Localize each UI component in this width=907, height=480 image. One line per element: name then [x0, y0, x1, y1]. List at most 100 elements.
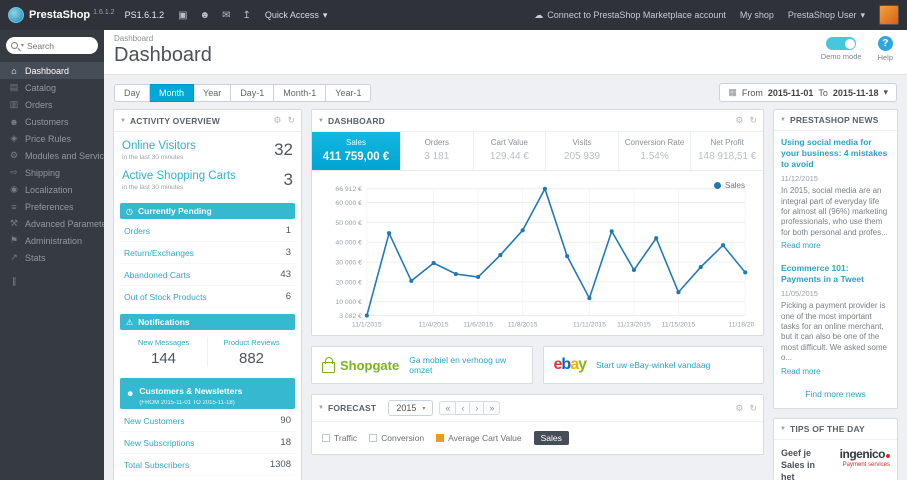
advanced-parameters-icon: ⚒ — [9, 218, 19, 228]
kpi-cart-value[interactable]: Cart Value 129,44 € — [474, 132, 547, 170]
caret-down-icon: ▾ — [883, 87, 888, 97]
kpi-conversion-rate[interactable]: Conversion Rate 1.54% — [619, 132, 692, 170]
chevron-down-icon[interactable]: ▼ — [780, 117, 786, 123]
online-visitors-label[interactable]: Online Visitors — [122, 140, 196, 152]
svg-text:11/8/2015: 11/8/2015 — [508, 321, 538, 328]
svg-text:66 912 €: 66 912 € — [335, 186, 362, 193]
breadcrumb[interactable]: Dashboard — [114, 34, 897, 43]
kpi-visits[interactable]: Visits 205 939 — [546, 132, 619, 170]
sidebar-item-stats[interactable]: ↗ Stats — [0, 249, 104, 266]
product-reviews-cell[interactable]: Product Reviews 882 — [207, 338, 295, 367]
svg-text:30 000 €: 30 000 € — [335, 260, 362, 267]
sidebar-item-customers[interactable]: ☻ Customers — [0, 113, 104, 130]
new-customers-row: New Customers 90 — [120, 410, 295, 432]
help-icon[interactable]: ? — [877, 36, 893, 51]
kpi-net-profit[interactable]: Net Profit 148 918,51 € — [691, 132, 763, 170]
filter-year-button[interactable]: Year — [194, 83, 232, 102]
prev-page-icon[interactable]: ‹ — [456, 401, 471, 416]
profile-icon[interactable]: ☻ — [200, 10, 211, 21]
sidebar-search[interactable]: ▾ — [6, 37, 98, 54]
article-title-link[interactable]: Using social media for your business: 4 … — [781, 137, 890, 170]
sidebar-item-localization[interactable]: ◉ Localization — [0, 181, 104, 198]
forecast-legend-conversion[interactable]: Conversion — [369, 433, 424, 443]
notifications-icon[interactable]: ✉ — [222, 10, 230, 21]
chevron-down-icon[interactable]: ▼ — [318, 118, 324, 124]
active-carts-label[interactable]: Active Shopping Carts — [122, 170, 236, 182]
chevron-down-icon[interactable]: ▼ — [780, 426, 786, 432]
next-page-icon[interactable]: › — [470, 401, 485, 416]
ebay-promo-link[interactable]: Start uw eBay-winkel vandaag — [596, 360, 710, 370]
user-menu[interactable]: PrestaShop User ▾ — [788, 10, 865, 21]
sidebar-item-dashboard[interactable]: ⌂ Dashboard — [0, 62, 104, 79]
caret-down-icon: ▾ — [322, 9, 328, 20]
dashboard-panel: ▼ DASHBOARD ⚙ ↻ Sales 411 759,00 € Order… — [311, 109, 764, 337]
refresh-icon[interactable]: ↻ — [749, 115, 757, 126]
chevron-down-icon[interactable]: ▼ — [120, 118, 126, 124]
modules-icon: ⚙ — [9, 150, 19, 160]
brand-version: 1.6.1.2 — [93, 8, 115, 16]
sidebar-collapse-icon[interactable]: ∥ — [0, 266, 104, 287]
last-page-icon[interactable]: » — [484, 401, 501, 416]
read-more-link[interactable]: Read more — [781, 241, 890, 250]
kpi-sales[interactable]: Sales 411 759,00 € — [312, 132, 401, 170]
refresh-icon[interactable]: ↻ — [287, 115, 295, 126]
sidebar-item-catalog[interactable]: ▤ Catalog — [0, 79, 104, 96]
filter-month-1-button[interactable]: Month-1 — [274, 83, 327, 102]
filter-year-1-button[interactable]: Year-1 — [326, 83, 372, 102]
svg-text:50 000 €: 50 000 € — [335, 220, 362, 227]
traffic-swatch-icon — [322, 434, 330, 443]
forecast-legend-avg-cart-value[interactable]: Average Cart Value — [436, 433, 522, 443]
chevron-down-icon[interactable]: ▼ — [318, 405, 324, 411]
search-scope-caret-icon[interactable]: ▾ — [21, 42, 24, 49]
conversion-swatch-icon — [369, 434, 378, 443]
user-avatar[interactable] — [879, 5, 899, 25]
chart-legend[interactable]: Sales — [713, 181, 745, 190]
news-article: Using social media for your business: 4 … — [774, 131, 897, 257]
online-visitors-value: 32 — [274, 140, 293, 159]
shop-icon[interactable]: ▣ — [178, 10, 187, 21]
sidebar-item-advanced-parameters[interactable]: ⚒ Advanced Parameters — [0, 215, 104, 232]
read-more-link[interactable]: Read more — [781, 367, 890, 376]
price-rules-icon: ◈ — [10, 133, 18, 143]
quick-access-dropdown[interactable]: Quick Access ▾ — [265, 10, 328, 21]
sidebar-item-price-rules[interactable]: ◈ Price Rules — [0, 130, 104, 147]
shop-name: PS1.6.1.2 — [124, 10, 165, 20]
find-more-news-link[interactable]: Find more news — [774, 383, 897, 408]
filter-day-1-button[interactable]: Day-1 — [231, 83, 275, 102]
shopgate-promo-link[interactable]: Ga mobiel en verhoog uw omzet — [409, 355, 521, 375]
filter-day-button[interactable]: Day — [114, 83, 151, 102]
new-messages-cell[interactable]: New Messages 144 — [120, 338, 207, 367]
sidebar-item-modules[interactable]: ⚙ Modules and Services — [0, 147, 104, 164]
gear-icon[interactable]: ⚙ — [735, 115, 743, 126]
preferences-icon: ≡ — [11, 201, 17, 212]
stats-icon: ↗ — [10, 252, 18, 262]
forecast-legend-traffic[interactable]: Traffic — [322, 433, 357, 443]
filter-month-button[interactable]: Month — [150, 83, 195, 102]
launch-icon[interactable]: ↥ — [242, 10, 250, 21]
forecast-year-select[interactable]: 2015 ▾ — [388, 400, 434, 417]
marketplace-connect-link[interactable]: ☁ Connect to PrestaShop Marketplace acco… — [534, 10, 726, 21]
my-shop-link[interactable]: My shop — [740, 10, 774, 20]
gear-icon[interactable]: ⚙ — [273, 115, 281, 126]
svg-text:11/18/2015: 11/18/2015 — [728, 321, 755, 328]
demo-mode-toggle[interactable] — [826, 37, 857, 50]
prestashop-logo[interactable]: PrestaShop 1.6.1.2 — [8, 7, 115, 23]
gear-icon[interactable]: ⚙ — [735, 403, 743, 414]
kpi-orders[interactable]: Orders 3 181 — [401, 132, 474, 170]
date-range-picker[interactable]: ▦ From 2015-11-01 To 2015-11-18 ▾ — [719, 83, 897, 102]
first-page-icon[interactable]: « — [439, 401, 457, 416]
currently-pending-header[interactable]: ◷ Currently Pending — [120, 203, 295, 219]
sidebar-item-administration[interactable]: ⚑ Administration — [0, 232, 104, 249]
article-title-link[interactable]: Ecommerce 101: Payments in a Tweet — [781, 263, 890, 285]
topbar: PrestaShop 1.6.1.2 PS1.6.1.2 ▣ ☻ ✉ ↥ Qui… — [0, 0, 907, 30]
kpi-row: Sales 411 759,00 € Orders 3 181 Cart Val… — [312, 132, 763, 171]
sidebar-item-orders[interactable]: ▥ Orders — [0, 96, 104, 113]
customers-newsletters-header[interactable]: ☻ Customers & Newsletters (FROM 2015-11-… — [120, 378, 295, 409]
refresh-icon[interactable]: ↻ — [749, 403, 757, 414]
orders-icon: ▥ — [9, 99, 19, 109]
notifications-header[interactable]: ⚠ Notifications — [120, 314, 295, 330]
forecast-legend-sales[interactable]: Sales — [533, 431, 569, 446]
sidebar-item-preferences[interactable]: ≡ Preferences — [0, 198, 104, 215]
sidebar-item-shipping[interactable]: ⇨ Shipping — [0, 164, 104, 181]
search-input[interactable] — [27, 40, 86, 51]
